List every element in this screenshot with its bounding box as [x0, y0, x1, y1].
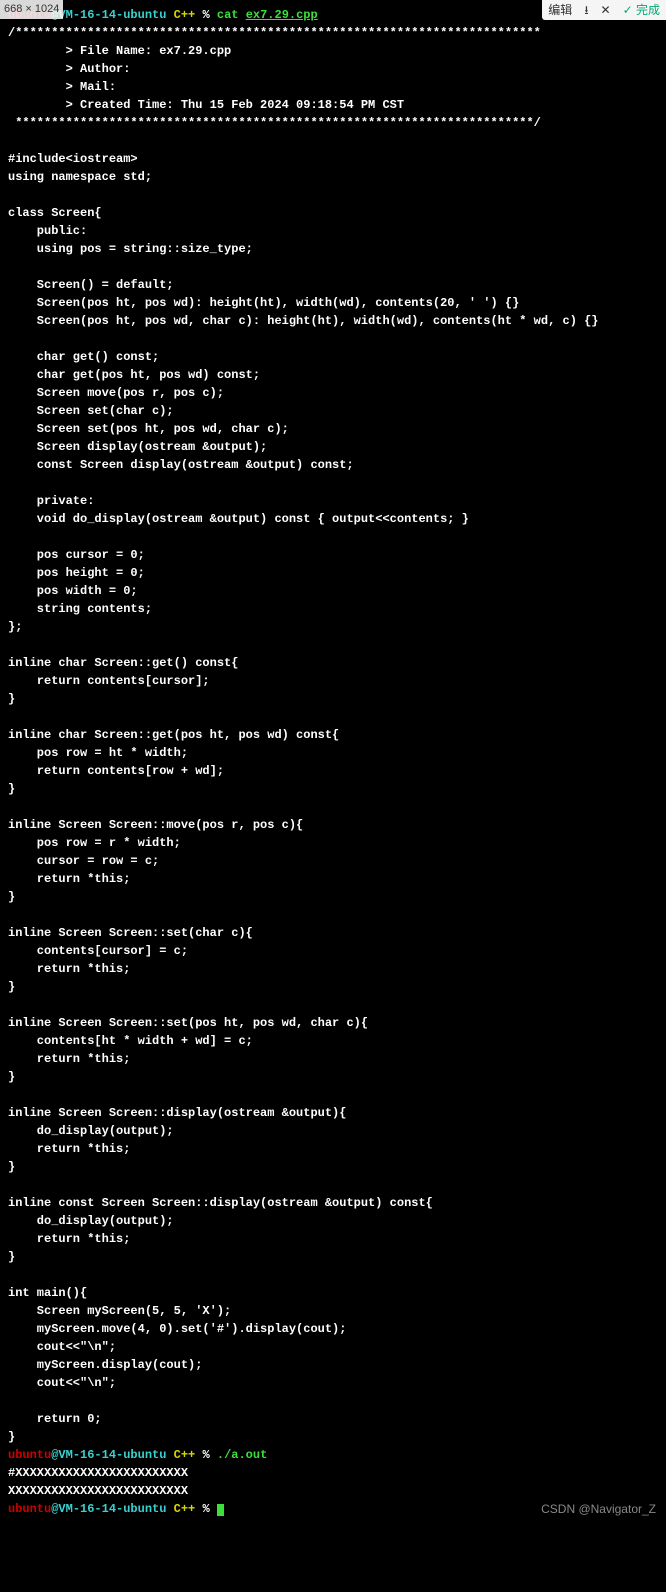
terminal-output: ubuntu@VM-16-14-ubuntu C++ % cat ex7.29.… — [0, 0, 666, 1524]
cat-command: cat — [217, 8, 239, 22]
cat-argument: ex7.29.cpp — [246, 8, 318, 22]
check-icon: ✓ — [623, 1, 633, 19]
download-icon[interactable]: ⭳ — [578, 0, 594, 20]
prompt-host: VM-16-14-ubuntu — [58, 8, 166, 22]
program-output: #XXXXXXXXXXXXXXXXXXXXXXXX XXXXXXXXXXXXXX… — [8, 1466, 188, 1498]
done-label: 完成 — [636, 1, 660, 19]
image-toolbar: 编辑 ⭳ ✕ ✓ 完成 — [542, 0, 666, 20]
done-button[interactable]: ✓ 完成 — [617, 0, 666, 20]
dimension-label: 668 × 1024 — [0, 0, 63, 19]
prompt-host-2: VM-16-14-ubuntu — [58, 1448, 166, 1462]
close-icon[interactable]: ✕ — [595, 0, 617, 20]
prompt-lang: C++ — [174, 8, 196, 22]
prompt-pct-2: % — [202, 1448, 209, 1462]
prompt-lang-2: C++ — [174, 1448, 196, 1462]
run-command: ./a.out — [217, 1448, 267, 1462]
cursor-icon — [217, 1504, 224, 1516]
edit-button[interactable]: 编辑 — [542, 0, 578, 20]
prompt-pct-3: % — [202, 1502, 209, 1516]
prompt-lang-3: C++ — [174, 1502, 196, 1516]
watermark: CSDN @Navigator_Z — [541, 1500, 656, 1518]
prompt-host-3: VM-16-14-ubuntu — [58, 1502, 166, 1516]
prompt-user-2: ubuntu — [8, 1448, 51, 1462]
source-code: /***************************************… — [8, 26, 599, 1444]
prompt-pct: % — [202, 8, 209, 22]
prompt-user-3: ubuntu — [8, 1502, 51, 1516]
